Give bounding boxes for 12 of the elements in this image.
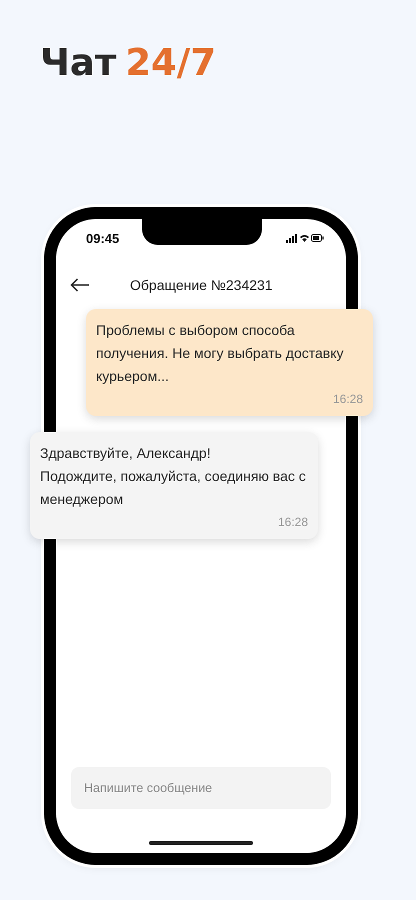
- message-text: Здравствуйте, Александр! Подождите, пожалуйста, соединяю вас с менеджером: [40, 444, 307, 509]
- status-icons: [286, 233, 324, 243]
- back-button[interactable]: [70, 278, 90, 292]
- message-time: 16:28: [278, 515, 308, 529]
- message-field[interactable]: Напишите сообщение: [71, 767, 331, 809]
- headline-accent: 24/7: [125, 42, 216, 84]
- status-time: 09:45: [86, 230, 120, 246]
- message-text: Проблемы с выбором способа получения. Не могу выбрать доставку курьером...: [96, 321, 345, 386]
- headline-text: Чат: [40, 42, 116, 84]
- back-arrow-icon: [70, 278, 90, 292]
- message-time: 16:28: [332, 392, 363, 406]
- chat-title: Обращение №234231: [130, 277, 273, 293]
